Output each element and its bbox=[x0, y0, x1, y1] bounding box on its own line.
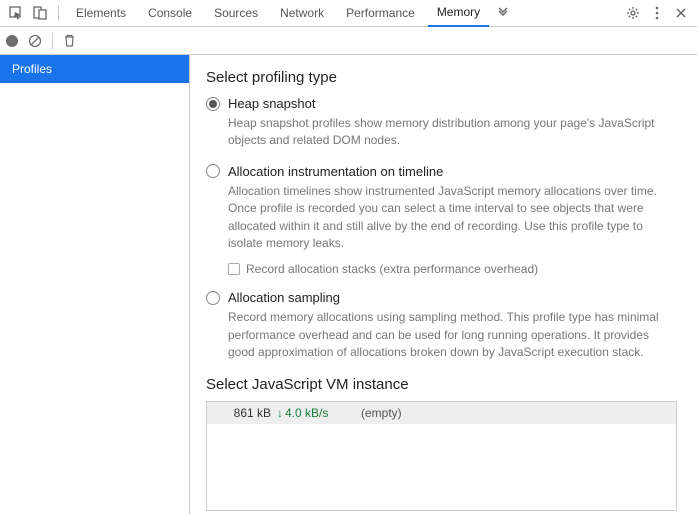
devtools-tabbar: Elements Console Sources Network Perform… bbox=[0, 0, 697, 27]
radio-heap-snapshot[interactable] bbox=[206, 97, 220, 111]
option-desc: Record memory allocations using sampling… bbox=[228, 309, 677, 361]
vm-row-size: 861 kB bbox=[207, 406, 277, 420]
close-devtools-icon[interactable] bbox=[671, 3, 691, 23]
more-tabs-icon[interactable] bbox=[493, 3, 513, 23]
profiling-type-title: Select profiling type bbox=[206, 69, 677, 86]
memory-body: Profiles Select profiling type Heap snap… bbox=[0, 55, 697, 514]
divider bbox=[52, 33, 53, 49]
option-allocation-sampling[interactable]: Allocation sampling Record memory alloca… bbox=[206, 290, 677, 361]
tab-console[interactable]: Console bbox=[139, 0, 201, 27]
tab-memory[interactable]: Memory bbox=[428, 0, 489, 27]
delete-trash-icon[interactable] bbox=[63, 34, 76, 48]
sidebar-item-profiles[interactable]: Profiles bbox=[0, 55, 189, 83]
clear-icon[interactable] bbox=[28, 34, 42, 48]
vm-instance-title: Select JavaScript VM instance bbox=[206, 376, 677, 393]
radio-allocation-timeline[interactable] bbox=[206, 164, 220, 178]
kebab-menu-icon[interactable] bbox=[647, 3, 667, 23]
option-desc: Heap snapshot profiles show memory distr… bbox=[228, 115, 677, 150]
memory-toolbar bbox=[0, 27, 697, 55]
vm-row-name: (empty) bbox=[347, 406, 402, 420]
option-label: Heap snapshot bbox=[228, 96, 315, 111]
vm-row-rate: ↓ 4.0 kB/s bbox=[277, 406, 347, 420]
option-allocation-timeline[interactable]: Allocation instrumentation on timeline A… bbox=[206, 164, 677, 277]
radio-allocation-sampling[interactable] bbox=[206, 291, 220, 305]
tab-elements[interactable]: Elements bbox=[67, 0, 135, 27]
tab-network[interactable]: Network bbox=[271, 0, 333, 27]
profiles-sidebar: Profiles bbox=[0, 55, 190, 514]
vm-instance-row[interactable]: 861 kB ↓ 4.0 kB/s (empty) bbox=[207, 402, 676, 424]
vm-instance-list: 861 kB ↓ 4.0 kB/s (empty) bbox=[206, 401, 677, 511]
record-button-icon[interactable] bbox=[6, 35, 18, 47]
settings-gear-icon[interactable] bbox=[623, 3, 643, 23]
option-label: Allocation instrumentation on timeline bbox=[228, 164, 443, 179]
divider bbox=[58, 5, 59, 21]
inspect-element-icon[interactable] bbox=[6, 3, 26, 23]
checkbox-record-stacks[interactable] bbox=[228, 263, 240, 275]
profiling-content: Select profiling type Heap snapshot Heap… bbox=[190, 55, 697, 514]
option-label: Allocation sampling bbox=[228, 290, 340, 305]
arrow-down-icon: ↓ bbox=[277, 406, 283, 420]
option-heap-snapshot[interactable]: Heap snapshot Heap snapshot profiles sho… bbox=[206, 96, 677, 150]
record-stacks-checkbox-row[interactable]: Record allocation stacks (extra performa… bbox=[228, 262, 677, 276]
option-desc: Allocation timelines show instrumented J… bbox=[228, 183, 677, 253]
tab-performance[interactable]: Performance bbox=[337, 0, 424, 27]
devtools-window: Elements Console Sources Network Perform… bbox=[0, 0, 697, 514]
tab-sources[interactable]: Sources bbox=[205, 0, 267, 27]
checkbox-label: Record allocation stacks (extra performa… bbox=[246, 262, 538, 276]
device-toolbar-icon[interactable] bbox=[30, 3, 50, 23]
